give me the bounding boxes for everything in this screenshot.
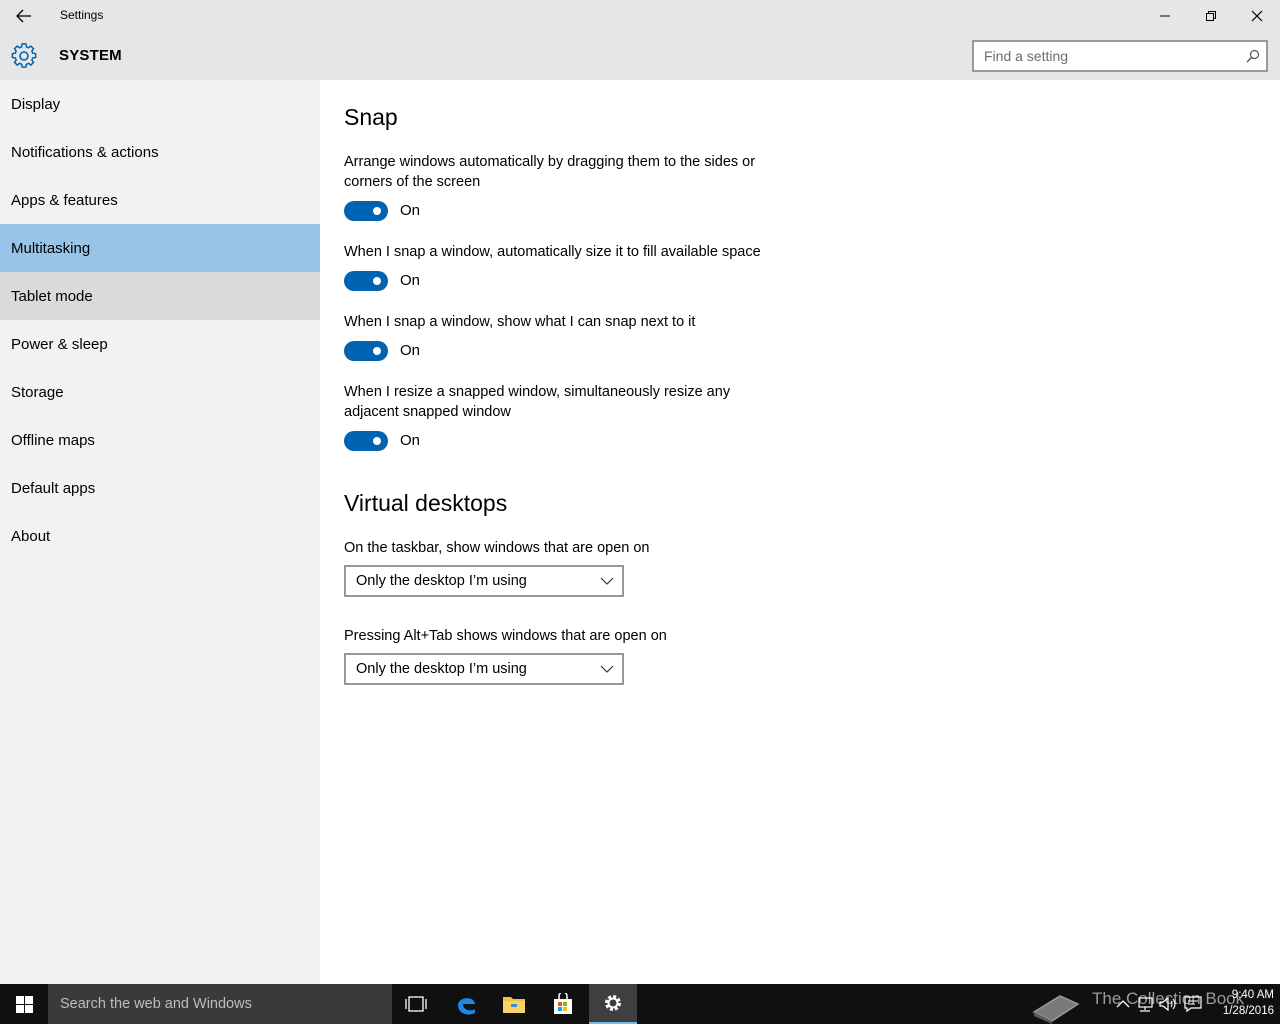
system-clock[interactable]: 9:40 AM 1/28/2016 bbox=[1206, 987, 1274, 1019]
task-view-button[interactable] bbox=[392, 984, 440, 1024]
clock-time: 9:40 AM bbox=[1231, 989, 1274, 1001]
snap-resize-description: When I resize a snapped window, simultan… bbox=[344, 384, 731, 420]
sidebar-item-label: Power & sleep bbox=[11, 335, 108, 353]
restore-icon bbox=[1206, 11, 1216, 21]
title-bar: Settings bbox=[0, 0, 1280, 32]
sidebar-item-tablet-mode[interactable]: Tablet mode bbox=[0, 272, 320, 320]
sidebar-item-notifications[interactable]: Notifications & actions bbox=[0, 128, 320, 176]
search-input[interactable] bbox=[974, 42, 1234, 70]
snap-arrange-toggle[interactable] bbox=[344, 201, 388, 221]
snap-fill-space-description: When I snap a window, automatically size… bbox=[344, 244, 761, 260]
dropdown-value: Only the desktop I’m using bbox=[356, 573, 527, 589]
toggle-state-label: On bbox=[400, 272, 421, 289]
virtual-desktops-heading: Virtual desktops bbox=[344, 490, 508, 516]
snap-heading: Snap bbox=[344, 104, 398, 130]
sidebar-nav: Display Notifications & actions Apps & f… bbox=[0, 80, 320, 984]
toggle-knob bbox=[373, 437, 381, 445]
sidebar-item-power-sleep[interactable]: Power & sleep bbox=[0, 320, 320, 368]
toggle-knob bbox=[373, 347, 381, 355]
edge-browser-button[interactable] bbox=[442, 984, 490, 1024]
toggle-knob bbox=[373, 207, 381, 215]
sidebar-item-label: Multitasking bbox=[11, 239, 91, 257]
settings-header: SYSTEM bbox=[0, 32, 1280, 80]
taskbar-search-placeholder: Search the web and Windows bbox=[60, 996, 252, 1012]
snap-resize-toggle[interactable] bbox=[344, 431, 388, 451]
sidebar-item-label: Display bbox=[11, 95, 61, 113]
minimize-button[interactable] bbox=[1142, 0, 1188, 32]
file-explorer-button[interactable] bbox=[490, 984, 538, 1024]
gear-icon bbox=[605, 995, 621, 1011]
clock-date: 1/28/2016 bbox=[1222, 1005, 1274, 1017]
alttab-windows-label: Pressing Alt+Tab shows windows that are … bbox=[344, 628, 667, 644]
restore-button[interactable] bbox=[1188, 0, 1234, 32]
taskbar-search-box[interactable]: Search the web and Windows bbox=[48, 984, 392, 1024]
snap-assist-toggle[interactable] bbox=[344, 341, 388, 361]
close-icon bbox=[1251, 10, 1263, 22]
window-title: Settings bbox=[60, 8, 104, 22]
snap-fill-space-toggle[interactable] bbox=[344, 271, 388, 291]
folder-icon bbox=[503, 997, 525, 1013]
store-button[interactable] bbox=[539, 984, 587, 1024]
sidebar-item-storage[interactable]: Storage bbox=[0, 368, 320, 416]
sidebar-item-offline-maps[interactable]: Offline maps bbox=[0, 416, 320, 464]
settings-app-button[interactable] bbox=[589, 984, 637, 1024]
taskbar: Search the web and Windows The Collectio… bbox=[0, 984, 1280, 1024]
start-button[interactable] bbox=[0, 984, 48, 1024]
taskbar-windows-label: On the taskbar, show windows that are op… bbox=[344, 540, 650, 556]
gear-icon bbox=[11, 43, 37, 68]
snap-arrange-description: Arrange windows automatically by draggin… bbox=[344, 154, 756, 190]
store-bag-icon bbox=[554, 993, 572, 1014]
sidebar-item-multitasking[interactable]: Multitasking bbox=[0, 224, 320, 272]
chevron-down-icon bbox=[600, 665, 614, 673]
sidebar-item-display[interactable]: Display bbox=[0, 80, 320, 128]
taskbar-windows-dropdown[interactable]: Only the desktop I’m using bbox=[344, 565, 624, 597]
chevron-down-icon bbox=[600, 577, 614, 585]
book-icon bbox=[1032, 995, 1080, 1024]
main-content: Snap Arrange windows automatically by dr… bbox=[320, 80, 1280, 984]
sidebar-item-label: Apps & features bbox=[11, 191, 118, 209]
windows-logo-icon bbox=[15, 995, 33, 1013]
sidebar-item-about[interactable]: About bbox=[0, 512, 320, 560]
minimize-icon bbox=[1160, 15, 1170, 17]
sidebar-item-label: Default apps bbox=[11, 479, 96, 497]
sidebar-item-label: Tablet mode bbox=[11, 287, 93, 305]
alttab-windows-dropdown[interactable]: Only the desktop I’m using bbox=[344, 653, 624, 685]
find-setting-search[interactable] bbox=[972, 40, 1268, 72]
toggle-state-label: On bbox=[400, 202, 421, 219]
chevron-up-icon[interactable] bbox=[1113, 995, 1133, 1013]
sidebar-item-label: Storage bbox=[11, 383, 64, 401]
sidebar-item-label: Notifications & actions bbox=[11, 143, 159, 161]
edge-icon bbox=[458, 998, 475, 1015]
sidebar-item-label: About bbox=[11, 527, 51, 545]
sidebar-item-label: Offline maps bbox=[11, 431, 95, 449]
page-title: SYSTEM bbox=[59, 47, 122, 64]
dropdown-value: Only the desktop I’m using bbox=[356, 661, 527, 677]
back-button[interactable] bbox=[0, 0, 48, 32]
close-button[interactable] bbox=[1234, 0, 1280, 32]
toggle-state-label: On bbox=[400, 342, 421, 359]
sidebar-item-apps-features[interactable]: Apps & features bbox=[0, 176, 320, 224]
network-icon[interactable] bbox=[1135, 995, 1155, 1013]
toggle-knob bbox=[373, 277, 381, 285]
task-view-icon bbox=[405, 996, 427, 1012]
action-center-icon[interactable] bbox=[1183, 995, 1203, 1013]
volume-icon[interactable] bbox=[1158, 995, 1178, 1013]
back-arrow-icon bbox=[16, 9, 31, 23]
sidebar-item-default-apps[interactable]: Default apps bbox=[0, 464, 320, 512]
snap-assist-description: When I snap a window, show what I can sn… bbox=[344, 314, 696, 330]
toggle-state-label: On bbox=[400, 432, 421, 449]
search-icon[interactable] bbox=[1246, 49, 1260, 63]
